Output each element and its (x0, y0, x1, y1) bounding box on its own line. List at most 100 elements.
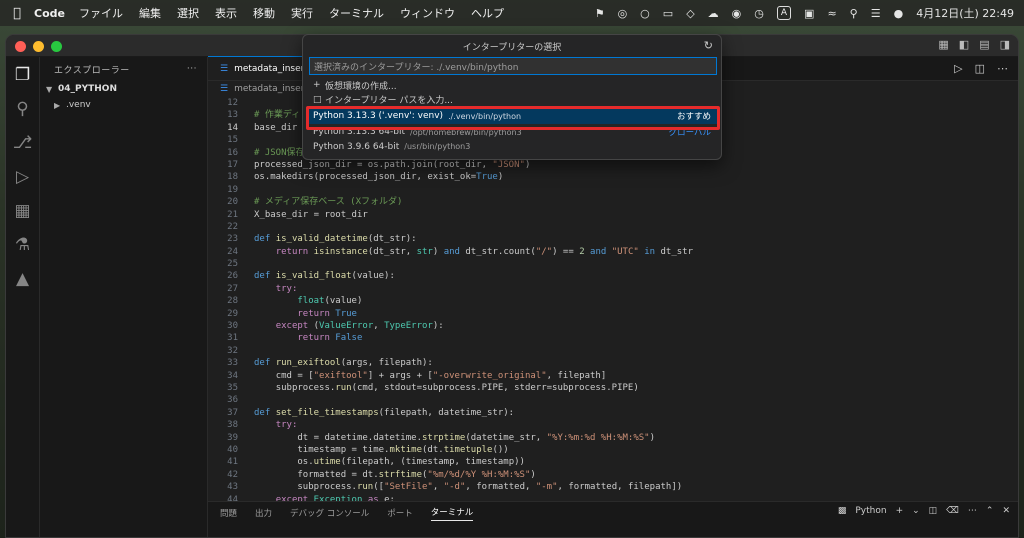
split-editor-icon[interactable]: ◫ (975, 62, 985, 75)
code-string: "UTC" (611, 246, 639, 257)
tab-debug-console[interactable]: デバッグ コンソール (290, 507, 369, 519)
menubar-item-window[interactable]: ウィンドウ (400, 5, 455, 21)
code-token: ) (432, 246, 444, 257)
apple-logo-icon[interactable]:  (0, 6, 34, 21)
tab-terminal[interactable]: ターミナル (430, 506, 474, 521)
code-token: , (432, 482, 444, 493)
search-icon[interactable]: ⚲ (850, 7, 858, 20)
code-token: (value) (324, 296, 363, 307)
chat-icon[interactable]: ○ (640, 7, 650, 20)
toggle-secondary-sidebar-icon[interactable]: ◨ (1000, 38, 1010, 51)
menubar-item-go[interactable]: 移動 (253, 5, 275, 21)
interpreter-option-venv[interactable]: Python 3.13.3 ('.venv': venv) ./.venv/bi… (307, 108, 717, 124)
close-icon[interactable]: ✕ (1002, 506, 1010, 516)
customize-layout-icon[interactable]: ▦ (938, 38, 948, 51)
interpreter-name: Python 3.9.6 64-bit (313, 141, 400, 152)
run-debug-icon[interactable]: ▷ (11, 167, 35, 187)
search-view-icon[interactable]: ⚲ (11, 99, 35, 119)
workspace-folder[interactable]: ▼ 04_PYTHON (40, 81, 207, 97)
menubar-item-terminal[interactable]: ターミナル (329, 5, 384, 21)
wifi-icon[interactable]: ≈ (827, 7, 836, 20)
macos-menubar:  Code ファイル 編集 選択 表示 移動 実行 ターミナル ウィンドウ ヘ… (0, 0, 1024, 26)
line-number: 28 (227, 296, 238, 307)
code-line: 29 return True (208, 308, 1018, 320)
code-line: 34 cmd = ["exiftool"] + args + ["-overwr… (208, 370, 1018, 382)
toggle-panel-icon[interactable]: ▤ (979, 38, 989, 51)
code-token: subprocess. (297, 482, 357, 493)
code-line: 17 processed_json_dir = os.path.join(root… (208, 159, 1018, 171)
display-icon[interactable]: ▣ (804, 7, 814, 20)
code-line: 41 os.utime(filepath, (timestamp, timest… (208, 456, 1018, 468)
code-builtin: str (416, 246, 433, 257)
clock-app-icon[interactable]: ◷ (754, 7, 764, 20)
tab-problems[interactable]: 問題 (220, 507, 237, 519)
explorer-more-button[interactable]: ··· (187, 64, 197, 74)
code-text: except (ValueError, TypeError): (238, 320, 444, 332)
docker-icon[interactable]: ▲ (11, 269, 35, 289)
code-line: 20 # メディア保存ベース (Xフォルダ) (208, 196, 1018, 208)
extensions-icon[interactable]: ▦ (11, 201, 35, 221)
siri-icon[interactable]: ● (894, 7, 904, 20)
venv-folder[interactable]: ▶ .venv (40, 97, 207, 113)
menubar-item-edit[interactable]: 編集 (139, 5, 161, 21)
menubar-app-name[interactable]: Code (34, 7, 65, 20)
refresh-icon[interactable]: ↻ (704, 39, 713, 52)
tab-ports[interactable]: ポート (387, 507, 413, 519)
code-function: is_valid_datetime (275, 234, 368, 245)
chevron-down-icon[interactable]: ⌄ (912, 506, 920, 516)
interpreter-search-input[interactable]: 選択済みのインタープリター: ./.venv/bin/python (309, 57, 717, 75)
terminal-name[interactable]: Python (855, 506, 886, 516)
cat-app-icon[interactable]: ⚑ (595, 7, 605, 20)
explorer-title: エクスプローラー (54, 65, 130, 76)
minimize-window-button[interactable] (33, 41, 44, 52)
line-number: 38 (227, 420, 238, 431)
new-terminal-icon[interactable]: + (896, 506, 904, 516)
battery-icon[interactable]: ▭ (663, 7, 673, 20)
source-control-icon[interactable]: ⎇ (11, 133, 35, 153)
toggle-sidebar-icon[interactable]: ◧ (959, 38, 969, 51)
run-file-icon[interactable]: ▷ (954, 62, 962, 75)
menubar-clock[interactable]: 4月12日(土) 22:49 (916, 5, 1014, 21)
cloud-sync-icon[interactable]: ☁ (708, 7, 719, 20)
menubar-item-help[interactable]: ヘルプ (471, 5, 504, 21)
interpreter-option-homebrew[interactable]: Python 3.13.3 64-bit /opt/homebrew/bin/p… (303, 125, 721, 140)
code-text: os.utime(filepath, (timestamp, timestamp… (238, 456, 525, 468)
code-comment: # 作業ディレ (254, 110, 310, 121)
tab-output[interactable]: 出力 (255, 507, 272, 519)
close-window-button[interactable] (15, 41, 26, 52)
code-keyword: def (254, 358, 276, 369)
code-token: , formatted, filepath]) (557, 482, 683, 493)
more-actions-icon[interactable]: ⋯ (968, 506, 977, 516)
interpreter-quick-pick: インタープリターの選択 ↻ 選択済みのインタープリター: ./.venv/bin… (302, 34, 722, 160)
diamond-icon[interactable]: ◇ (686, 7, 694, 20)
menubar-item-file[interactable]: ファイル (79, 5, 123, 21)
code-token: ) (530, 469, 536, 480)
code-builtin: float (297, 296, 325, 307)
chevron-up-icon[interactable]: ⌃ (986, 506, 994, 516)
menubar-item-selection[interactable]: 選択 (177, 5, 199, 21)
trash-icon[interactable]: ⌫ (946, 506, 959, 516)
record-icon[interactable]: ◉ (732, 7, 742, 20)
code-text: subprocess.run(cmd, stdout=subprocess.PI… (238, 382, 639, 394)
code-keyword: False (335, 333, 363, 344)
enter-path-item[interactable]: □ インタープリター パスを入力... (303, 93, 721, 108)
testing-icon[interactable]: ⚗ (11, 235, 35, 255)
vpn-icon[interactable]: ◎ (618, 7, 628, 20)
explorer-icon[interactable]: ❐ (11, 65, 35, 85)
code-keyword: except (275, 321, 314, 332)
code-token: (dt_str): (367, 234, 417, 245)
more-actions-icon[interactable]: ⋯ (997, 62, 1008, 75)
control-center-icon[interactable]: ☰ (871, 7, 881, 20)
code-text: try: (238, 419, 298, 431)
interpreter-option-system[interactable]: Python 3.9.6 64-bit /usr/bin/python3 (303, 140, 721, 155)
create-venv-item[interactable]: + 仮想環境の作成... (303, 78, 721, 93)
line-number: 21 (227, 209, 238, 220)
code-token: formatted = dt. (297, 469, 379, 480)
menubar-item-view[interactable]: 表示 (215, 5, 237, 21)
menubar-item-run[interactable]: 実行 (291, 5, 313, 21)
split-terminal-icon[interactable]: ◫ (929, 506, 938, 516)
input-method-indicator[interactable]: A (776, 6, 792, 20)
zoom-window-button[interactable] (51, 41, 62, 52)
code-editor[interactable]: 12 13 # 作業ディレ 14 base_dir = 15 16 # JSON保存先… (208, 97, 1018, 522)
